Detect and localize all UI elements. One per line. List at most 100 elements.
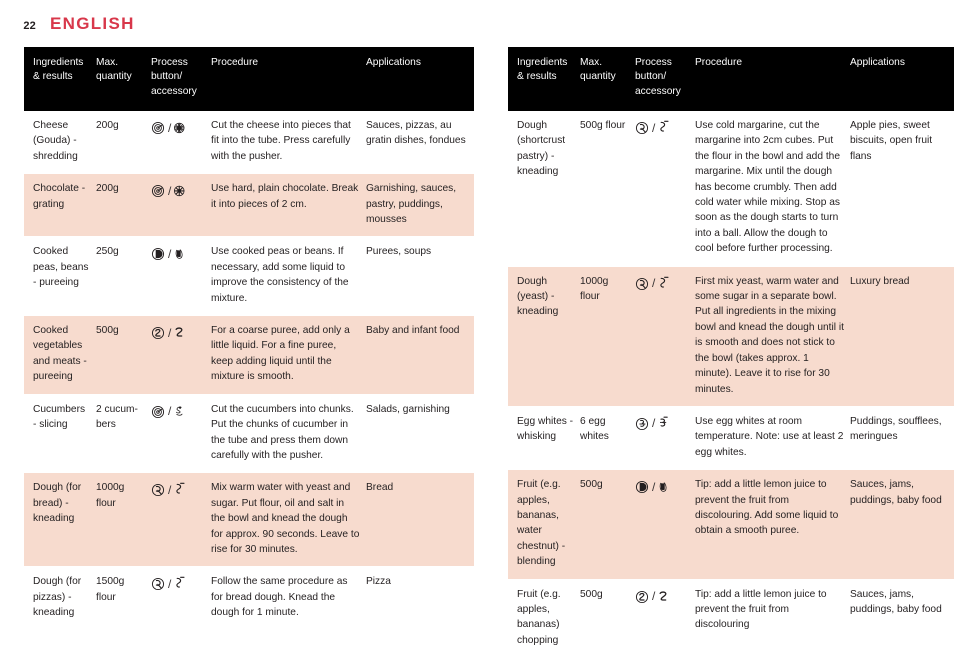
ingredients-cell: Fruit (e.g. apples, bananas, water chest… — [508, 469, 580, 580]
table-header-row: Ingredients & results Max. quantity Proc… — [508, 47, 954, 111]
column-header-ingredients: Ingredients & results — [508, 47, 580, 111]
table-row: Fruit (e.g. apples, bananas) chopping 500… — [508, 579, 954, 659]
table-row: Dough (yeast) - kneading 1000g flour / Firs… — [508, 266, 954, 407]
applications-cell: Garnishing, sauces, pastry, puddings, mo… — [366, 173, 474, 238]
kneading-hook-icon — [657, 120, 672, 135]
quantity-cell: 500g — [96, 315, 151, 395]
process-icon-pair: / — [151, 118, 205, 135]
process-icon-pair: / — [151, 574, 205, 591]
process-icon-pair: / — [635, 477, 689, 494]
procedure-cell: Use hard, plain chocolate. Break it into… — [211, 173, 366, 238]
process-cell: / — [151, 566, 211, 631]
ingredients-cell: Dough (for bread) - kneading — [24, 472, 96, 568]
icon-separator-slash: / — [168, 183, 172, 198]
process-cell: / — [151, 236, 211, 317]
quantity-cell: 1500g flour — [96, 566, 151, 631]
icon-separator-slash: / — [652, 276, 656, 291]
spec-table-left: Ingredients & results Max. quantity Proc… — [24, 47, 474, 631]
process-cell: / — [151, 472, 211, 568]
ingredients-cell: Dough (shortcrust pastry) - kneading — [508, 111, 580, 267]
process-icon-pair: / — [151, 402, 205, 419]
icon-separator-slash: / — [168, 404, 172, 419]
column-header-quantity: Max. quantity — [580, 47, 635, 111]
applications-cell: Apple pies, sweet biscuits, open fruit f… — [850, 111, 954, 267]
process-icon-pair: / — [635, 414, 689, 431]
process-cell: / — [151, 315, 211, 395]
page-header: 22 ENGLISH — [0, 14, 135, 42]
table-row: Dough (shortcrust pastry) - kneading 500g… — [508, 111, 954, 267]
applications-cell: Bread — [366, 472, 474, 568]
process-icon-pair: / — [151, 244, 205, 261]
ingredients-cell: Egg whites - whisking — [508, 406, 580, 471]
pulse-button-icon — [635, 479, 650, 494]
speed-dial-icon — [151, 120, 166, 135]
applications-cell: Puddings, soufflees, meringues — [850, 406, 954, 471]
ingredients-cell: Cheese (Gouda) - shredding — [24, 111, 96, 175]
procedure-cell: Cut the cucumbers into chunks. Put the c… — [211, 394, 366, 474]
process-icon-pair: / — [635, 118, 689, 135]
applications-cell: Sauces, jams, puddings, baby food — [850, 579, 954, 659]
balloon-whisk-icon — [657, 416, 672, 431]
applications-cell: Baby and infant food — [366, 315, 474, 395]
process-icon-pair: / — [151, 323, 205, 340]
quantity-cell: 500g flour — [580, 111, 635, 267]
applications-cell: Salads, garnishing — [366, 394, 474, 474]
table-head: Ingredients & results Max. quantity Proc… — [508, 47, 954, 111]
spec-table-right-wrapper: Ingredients & results Max. quantity Proc… — [508, 47, 954, 659]
process-icon-pair: / — [635, 587, 689, 604]
table-row: Cheese (Gouda) - shredding 200g / Cut the c… — [24, 111, 474, 175]
applications-cell: Sauces, jams, puddings, baby food — [850, 469, 954, 580]
table-row: Fruit (e.g. apples, bananas, water chest… — [508, 469, 954, 580]
process-cell: / — [635, 266, 695, 407]
process-cell: / — [151, 111, 211, 175]
slicing-disc-icon — [173, 404, 188, 419]
procedure-cell: Tip: add a little lemon juice to prevent… — [695, 469, 850, 580]
process-cell: / — [635, 111, 695, 267]
procedure-cell: Tip: add a little lemon juice to prevent… — [695, 579, 850, 659]
table-head: Ingredients & results Max. quantity Proc… — [24, 47, 474, 111]
procedure-cell: First mix yeast, warm water and some sug… — [695, 266, 850, 407]
procedure-cell: For a coarse puree, add only a little li… — [211, 315, 366, 395]
ingredients-cell: Dough (yeast) - kneading — [508, 266, 580, 407]
process-cell: / — [151, 173, 211, 238]
table-body-left: Cheese (Gouda) - shredding 200g / Cut the c… — [24, 111, 474, 631]
table-row: Cooked peas, beans - pureeing 250g / Use co… — [24, 236, 474, 317]
page-number: 22 — [23, 20, 36, 32]
kneading-button-icon — [151, 482, 166, 497]
icon-separator-slash: / — [652, 589, 656, 604]
column-header-process: Process button/ accessory — [151, 47, 211, 111]
column-header-ingredients: Ingredients & results — [24, 47, 96, 111]
kneading-button-icon — [635, 120, 650, 135]
quantity-cell: 200g — [96, 111, 151, 175]
icon-separator-slash: / — [652, 120, 656, 135]
quantity-cell: 500g — [580, 579, 635, 659]
procedure-cell: Use cooked peas or beans. If necessary, … — [211, 236, 366, 317]
quantity-cell: 1000g flour — [96, 472, 151, 568]
quantity-cell: 250g — [96, 236, 151, 317]
column-header-quantity: Max. quantity — [96, 47, 151, 111]
kneading-hook-icon — [657, 276, 672, 291]
applications-cell: Luxury bread — [850, 266, 954, 407]
kneading-button-icon — [151, 576, 166, 591]
column-header-procedure: Procedure — [211, 47, 366, 111]
procedure-cell: Use egg whites at room temperature. Note… — [695, 406, 850, 471]
speed-dial-icon — [151, 183, 166, 198]
kneading-hook-icon — [173, 576, 188, 591]
ingredients-cell: Chocolate - grating — [24, 173, 96, 238]
column-header-applications: Applications — [850, 47, 954, 111]
ingredients-cell: Cucumbers - slicing — [24, 394, 96, 474]
icon-separator-slash: / — [652, 479, 656, 494]
ingredients-cell: Dough (for pizzas) - kneading — [24, 566, 96, 631]
column-header-procedure: Procedure — [695, 47, 850, 111]
procedure-cell: Follow the same procedure as for bread d… — [211, 566, 366, 631]
kneading-hook-icon — [173, 482, 188, 497]
pulse-button-icon — [151, 246, 166, 261]
icon-separator-slash: / — [168, 482, 172, 497]
applications-cell: Purees, soups — [366, 236, 474, 317]
icon-separator-slash: / — [168, 576, 172, 591]
table-row: Cucumbers - slicing 2 cucum-bers / Cut the … — [24, 394, 474, 474]
process-icon-pair: / — [151, 480, 205, 497]
table-row: Egg whites - whisking 6 egg whites / Use eg… — [508, 406, 954, 471]
column-header-process: Process button/ accessory — [635, 47, 695, 111]
column-header-applications: Applications — [366, 47, 474, 111]
